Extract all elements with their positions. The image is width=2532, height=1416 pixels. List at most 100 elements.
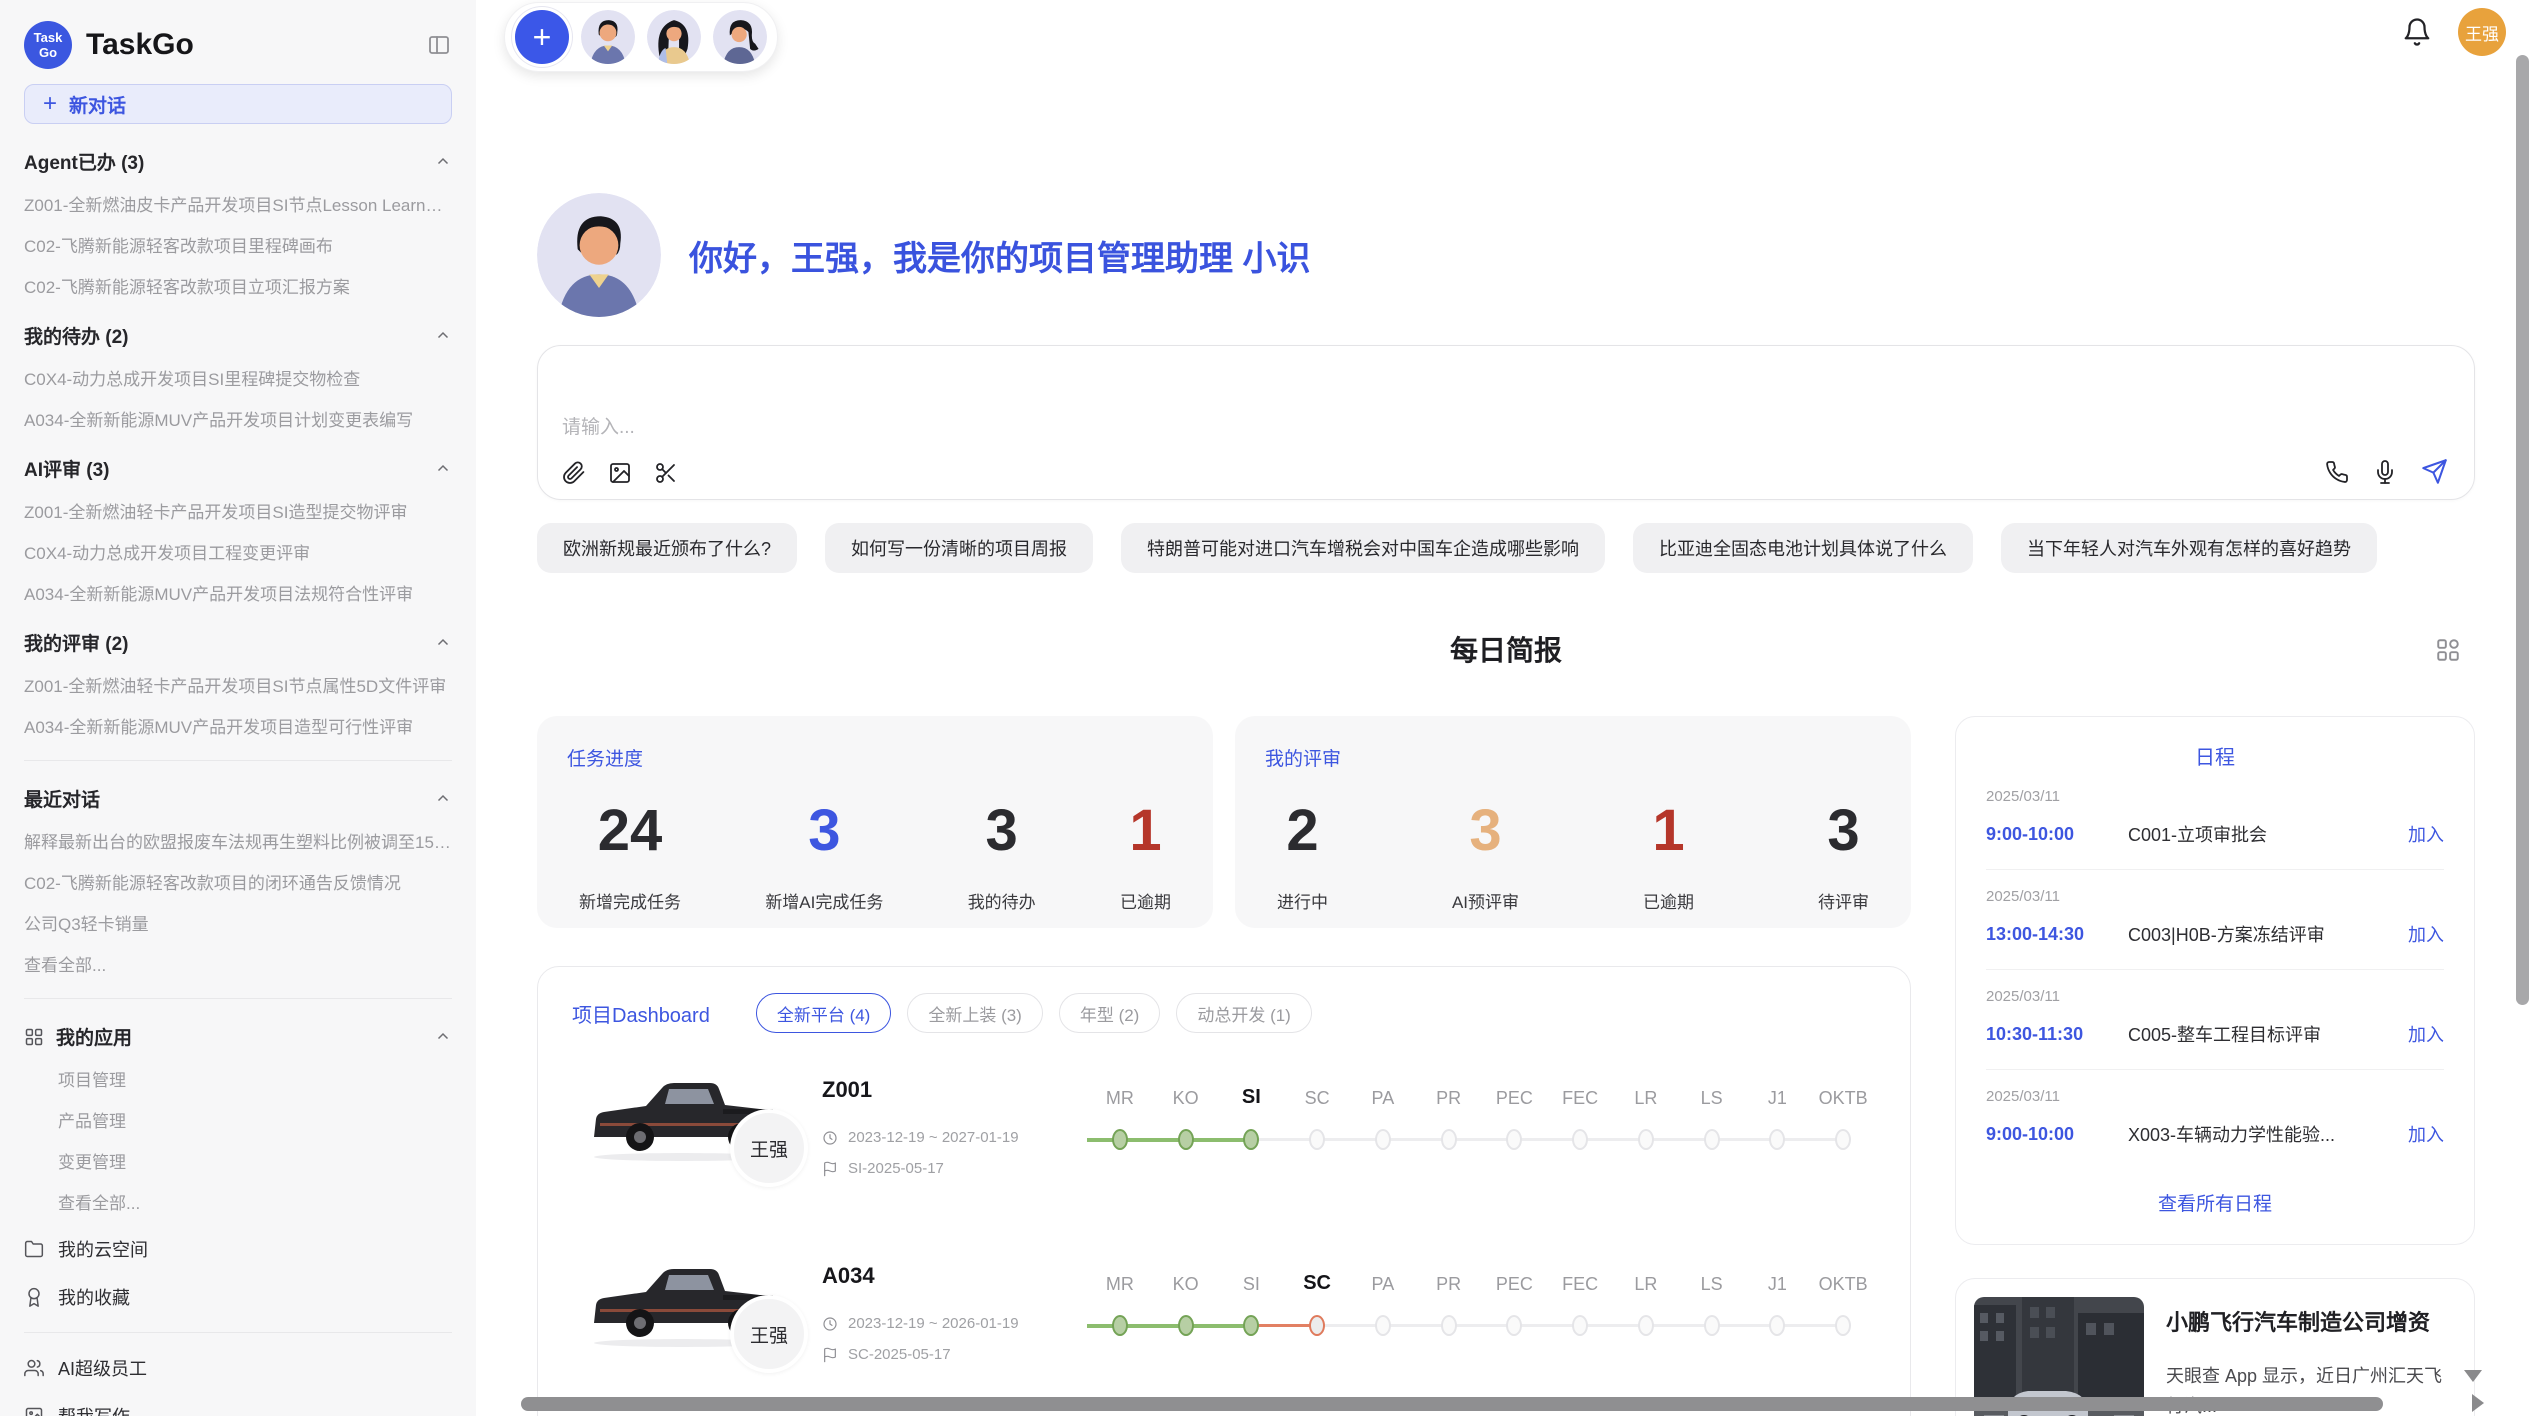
project-dates-text: 2023-12-19 ~ 2026-01-19: [848, 1315, 1019, 1332]
logo-line2: Go: [39, 45, 57, 60]
sidebar-item[interactable]: C02-飞腾新能源轻客改款项目立项汇报方案: [24, 277, 452, 298]
session-avatar[interactable]: [581, 10, 635, 64]
phone-icon[interactable]: [2325, 460, 2349, 484]
sidebar-item-my-cloud[interactable]: 我的云空间: [24, 1236, 452, 1262]
project-row[interactable]: 王强 Z001 2023-12-19 ~ 2027-01-19: [572, 1073, 1876, 1223]
microphone-icon[interactable]: [2373, 460, 2397, 484]
sidebar-item[interactable]: 变更管理: [24, 1152, 452, 1173]
section-title: Agent已办 (3): [24, 148, 144, 175]
send-icon[interactable]: [2421, 458, 2448, 485]
milestone-label: MR: [1087, 1267, 1153, 1295]
chat-input[interactable]: 请输入...: [537, 345, 2475, 500]
sidebar-item[interactable]: 查看全部...: [24, 955, 452, 976]
sidebar-item[interactable]: C0X4-动力总成开发项目SI里程碑提交物检查: [24, 369, 452, 390]
sidebar-item[interactable]: 公司Q3轻卡销量: [24, 914, 452, 935]
sidebar-item-label: 我的云空间: [58, 1236, 148, 1262]
milestone: SC: [1284, 1081, 1350, 1223]
sidebar-item[interactable]: C0X4-动力总成开发项目工程变更评审: [24, 543, 452, 564]
sidebar-item-help-write[interactable]: 帮我写作: [24, 1403, 452, 1416]
session-avatar[interactable]: [647, 10, 701, 64]
project-media: 王强: [572, 1259, 822, 1389]
scissors-icon[interactable]: [654, 461, 678, 485]
event-name: C003|H0B-方案冻结评审: [2128, 921, 2394, 947]
stat-label: AI预评审: [1452, 888, 1519, 913]
sidebar-item[interactable]: C02-飞腾新能源轻客改款项目的闭环通告反馈情况: [24, 873, 452, 894]
project-info: A034 2023-12-19 ~ 2026-01-19 SC-2025-05-…: [822, 1259, 1087, 1409]
milestone-label: FEC: [1547, 1267, 1613, 1295]
vertical-scrollbar[interactable]: [2516, 55, 2529, 1005]
briefing-title: 每日简报: [537, 631, 2475, 671]
sidebar-item-my-favorites[interactable]: 我的收藏: [24, 1284, 452, 1310]
suggestion-chip[interactable]: 比亚迪全固态电池计划具体说了什么: [1633, 523, 1973, 573]
filter-chip[interactable]: 全新上装 (3): [907, 993, 1043, 1033]
scroll-right-arrow[interactable]: [2472, 1394, 2484, 1412]
divider: [24, 1332, 452, 1333]
milestone-label: SI: [1219, 1267, 1285, 1295]
stat-label: 已逾期: [1120, 888, 1171, 913]
horizontal-scrollbar[interactable]: [521, 1397, 2383, 1411]
schedule-events: 2025/03/119:00-10:00C001-立项审批会加入2025/03/…: [1986, 770, 2444, 1169]
milestone-label: SC: [1284, 1267, 1350, 1295]
join-link[interactable]: 加入: [2408, 1121, 2444, 1147]
user-avatar[interactable]: 王强: [2458, 8, 2506, 56]
greeting: 你好，王强，我是你的项目管理助理 小识: [537, 193, 2475, 317]
suggestion-chip[interactable]: 欧洲新规最近颁布了什么?: [537, 523, 797, 573]
paperclip-icon[interactable]: [562, 461, 586, 485]
project-row[interactable]: 王强 A034 2023-12-19 ~ 2026-01-19: [572, 1259, 1876, 1409]
add-session-button[interactable]: +: [515, 10, 569, 64]
sidebar-section-header[interactable]: AI评审 (3): [24, 455, 452, 482]
image-icon[interactable]: [608, 461, 632, 485]
view-all-schedule-link[interactable]: 查看所有日程: [1986, 1189, 2444, 1216]
schedule-title: 日程: [1986, 741, 2444, 770]
sidebar-item[interactable]: A034-全新新能源MUV产品开发项目计划变更表编写: [24, 410, 452, 431]
layout-grid-icon[interactable]: [2435, 637, 2461, 663]
chevron-up-icon: [434, 460, 452, 478]
suggestion-chip[interactable]: 当下年轻人对汽车外观有怎样的喜好趋势: [2001, 523, 2377, 573]
sidebar-item-ai-employee[interactable]: AI超级员工: [24, 1355, 452, 1381]
news-card[interactable]: 小鹏飞行汽车制造公司增资 天眼查 App 显示，近日广州汇天飞行汽...: [1955, 1278, 2475, 1416]
milestone: J1: [1745, 1081, 1811, 1223]
session-avatar[interactable]: [713, 10, 767, 64]
milestone-node: [1309, 1129, 1325, 1150]
milestone-label: LR: [1613, 1267, 1679, 1295]
filter-chip[interactable]: 年型 (2): [1059, 993, 1161, 1033]
milestone: LS: [1679, 1267, 1745, 1409]
sidebar-item[interactable]: Z001-全新燃油轻卡产品开发项目SI造型提交物评审: [24, 502, 452, 523]
sidebar-collapse-icon[interactable]: [426, 33, 452, 57]
sidebar-item[interactable]: Z001-全新燃油皮卡产品开发项目SI节点Lesson Learn报告: [24, 195, 452, 216]
sidebar-item[interactable]: 解释最新出台的欧盟报废车法规再生塑料比例被调至15%...: [24, 832, 452, 853]
new-chat-button[interactable]: + 新对话: [24, 84, 452, 124]
divider: [24, 760, 452, 761]
sidebar-section-header[interactable]: 我的应用: [24, 1023, 452, 1050]
sidebar-item[interactable]: Z001-全新燃油轻卡产品开发项目SI节点属性5D文件评审: [24, 676, 452, 697]
join-link[interactable]: 加入: [2408, 821, 2444, 847]
project-dates: 2023-12-19 ~ 2026-01-19: [822, 1315, 1087, 1332]
sidebar-section-header[interactable]: 我的待办 (2): [24, 322, 452, 349]
sidebar-item[interactable]: A034-全新新能源MUV产品开发项目法规符合性评审: [24, 584, 452, 605]
filter-chip[interactable]: 动总开发 (1): [1176, 993, 1312, 1033]
sidebar-item[interactable]: C02-飞腾新能源轻客改款项目里程碑画布: [24, 236, 452, 257]
stat-values: 2进行中3AI预评审1已逾期3待评审: [1265, 797, 1881, 913]
suggestion-chip[interactable]: 特朗普可能对进口汽车增税会对中国车企造成哪些影响: [1121, 523, 1605, 573]
sidebar-item[interactable]: 项目管理: [24, 1070, 452, 1091]
sidebar-item[interactable]: A034-全新新能源MUV产品开发项目造型可行性评审: [24, 717, 452, 738]
sidebar-section-header[interactable]: Agent已办 (3): [24, 148, 452, 175]
milestone-label: SI: [1219, 1081, 1285, 1109]
sidebar-item[interactable]: 产品管理: [24, 1111, 452, 1132]
milestone-label: KO: [1153, 1267, 1219, 1295]
filter-chip[interactable]: 全新平台 (4): [756, 993, 892, 1033]
scroll-down-arrow[interactable]: [2464, 1370, 2482, 1382]
bell-icon[interactable]: [2402, 17, 2432, 47]
join-link[interactable]: 加入: [2408, 1021, 2444, 1047]
sidebar-section-header[interactable]: 我的评审 (2): [24, 629, 452, 656]
milestone-label: LS: [1679, 1081, 1745, 1109]
schedule-card: 日程 2025/03/119:00-10:00C001-立项审批会加入2025/…: [1955, 716, 2475, 1245]
sidebar-item[interactable]: 查看全部...: [24, 1193, 452, 1214]
sidebar-section-header[interactable]: 最近对话: [24, 785, 452, 812]
owner-badge: 王强: [730, 1295, 808, 1373]
stat-value: 3: [765, 797, 883, 864]
suggestion-chip[interactable]: 如何写一份清晰的项目周报: [825, 523, 1093, 573]
stat: 2进行中: [1277, 797, 1328, 913]
plus-icon: +: [43, 94, 57, 114]
join-link[interactable]: 加入: [2408, 921, 2444, 947]
